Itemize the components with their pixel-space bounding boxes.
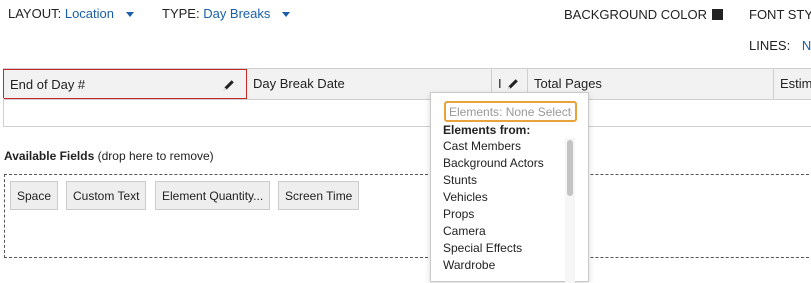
background-color-swatch[interactable]: [712, 9, 723, 20]
elements-scrollbar-thumb[interactable]: [567, 140, 573, 196]
element-option[interactable]: Background Actors: [431, 155, 563, 172]
layout-selector[interactable]: LAYOUT: Location: [8, 6, 134, 21]
element-option[interactable]: Special Effects: [431, 240, 563, 257]
column-estimated[interactable]: Estima: [774, 69, 811, 99]
field-chip-screen-time[interactable]: Screen Time: [278, 181, 360, 210]
pencil-icon[interactable]: [222, 78, 236, 92]
column-end-of-day[interactable]: End of Day #: [3, 69, 247, 99]
element-option[interactable]: Camera: [431, 223, 563, 240]
element-option[interactable]: Wardrobe: [431, 257, 563, 274]
layout-label: LAYOUT:: [8, 6, 62, 21]
chevron-down-icon: [125, 12, 134, 18]
pencil-icon[interactable]: [506, 77, 520, 91]
element-option[interactable]: Vehicles: [431, 189, 563, 206]
column-label: I: [498, 76, 502, 91]
type-selector[interactable]: TYPE: Day Breaks: [162, 6, 291, 21]
available-fields-heading: Available Fields: [4, 149, 95, 163]
field-chip-custom-text[interactable]: Custom Text: [66, 181, 147, 210]
lines-label: LINES:: [749, 38, 791, 53]
type-value[interactable]: Day Breaks: [203, 6, 270, 21]
element-option[interactable]: Props: [431, 206, 563, 223]
layout-column-header-row: End of Day # Day Break Date I Total Page…: [3, 68, 811, 100]
element-option[interactable]: Stunts: [431, 172, 563, 189]
column-label: Day Break Date: [253, 76, 345, 91]
chevron-down-icon: [282, 12, 291, 18]
layout-preview-row: [3, 98, 811, 127]
background-color-label: BACKGROUND COLOR: [564, 7, 708, 22]
lines-value[interactable]: No: [802, 38, 811, 53]
elements-search-input[interactable]: [444, 101, 577, 122]
elements-scrollbar[interactable]: [565, 138, 575, 283]
field-chip-element-quantity[interactable]: Element Quantity...: [155, 181, 271, 210]
field-chip-space[interactable]: Space: [10, 181, 59, 210]
element-option[interactable]: Cast Members: [431, 138, 563, 155]
layout-value[interactable]: Location: [65, 6, 114, 21]
column-label: End of Day #: [10, 77, 86, 92]
available-fields-title: Available Fields (drop here to remove): [4, 149, 214, 163]
column-label: Estima: [780, 76, 811, 91]
lines-selector[interactable]: LINES: No: [749, 38, 811, 53]
elements-options-list: Cast Members Background Actors Stunts Ve…: [431, 138, 563, 274]
type-label: TYPE:: [162, 6, 200, 21]
available-fields-hint: (drop here to remove): [97, 149, 214, 163]
font-style-label: FONT STYL: [749, 7, 811, 22]
elements-group-label: Elements from:: [443, 123, 531, 137]
elements-dropdown: Elements from: Cast Members Background A…: [430, 92, 589, 283]
column-label: Total Pages: [534, 76, 602, 91]
